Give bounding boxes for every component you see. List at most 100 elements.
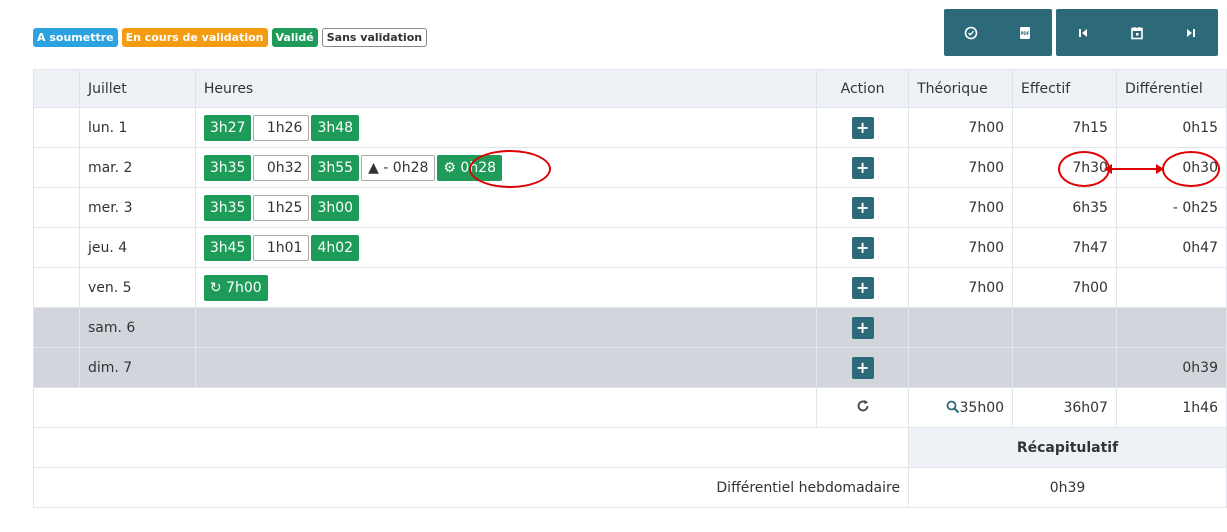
add-entry-button[interactable]: + xyxy=(851,316,874,339)
effectif-value: 7h00 xyxy=(1012,267,1117,308)
theorique-value: 7h00 xyxy=(908,147,1014,188)
timesheet-table: Juillet Heures Action Théorique Effectif… xyxy=(32,69,1227,508)
theorique-value: 7h00 xyxy=(908,107,1014,148)
status-legend: A soumettre En cours de validation Valid… xyxy=(33,28,428,47)
action-cell: + xyxy=(816,227,910,268)
annotation-circle-differentiel xyxy=(1162,151,1220,187)
pause-chip[interactable]: ▲ - 0h28 xyxy=(361,154,436,181)
row-spacer xyxy=(33,147,80,188)
pause-chip[interactable]: 1h26 xyxy=(253,114,310,141)
weekly-label: Différentiel hebdomadaire xyxy=(32,467,910,508)
row-spacer xyxy=(33,107,80,148)
add-entry-button[interactable]: + xyxy=(851,116,874,139)
row-spacer xyxy=(33,347,80,388)
add-entry-button[interactable]: + xyxy=(851,276,874,299)
refresh-icon xyxy=(857,399,868,411)
table-row: ven. 5 ↻ 7h00 +7h00 7h00 xyxy=(33,267,1227,308)
header-action: Action xyxy=(816,69,910,108)
legend-en-cours: En cours de validation xyxy=(121,28,268,47)
weekly-row: Différentiel hebdomadaire 0h39 xyxy=(32,467,1227,508)
pause-chip[interactable]: 1h25 xyxy=(253,194,310,221)
validated-chip[interactable]: 3h48 xyxy=(311,114,360,141)
recap-title: Récapitulatif xyxy=(908,427,1227,468)
header-differentiel: Différentiel xyxy=(1115,69,1227,108)
effectif-value: 6h35 xyxy=(1012,187,1117,228)
totals-row: 35h00 36h07 1h46 xyxy=(32,387,1227,428)
validated-chip[interactable]: 3h27 xyxy=(203,114,252,141)
hours-cell xyxy=(194,347,818,388)
calendar-icon xyxy=(1131,26,1143,39)
theorique-value: 7h00 xyxy=(908,227,1014,268)
action-cell: + xyxy=(816,307,910,348)
day-label: mer. 3 xyxy=(78,187,196,228)
row-spacer xyxy=(33,267,80,308)
table-row: jeu. 4 3h45 1h01 4h02 +7h00 7h47 0h47 xyxy=(33,227,1227,268)
header-effectif: Effectif xyxy=(1012,69,1117,108)
differentiel-value: 0h15 xyxy=(1115,107,1227,148)
effectif-value: 7h47 xyxy=(1012,227,1117,268)
weekly-value: 0h39 xyxy=(908,467,1227,508)
hours-cell: ↻ 7h00 xyxy=(194,267,818,308)
annotation-arrowheads xyxy=(1104,164,1164,174)
differentiel-value: 0h39 xyxy=(1115,347,1227,388)
table-row: dim. 7 +0h39 xyxy=(33,347,1227,388)
clock-icon xyxy=(964,26,978,39)
differentiel-value: - 0h25 xyxy=(1115,187,1227,228)
day-label: dim. 7 xyxy=(78,347,196,388)
validated-chip[interactable]: 3h35 xyxy=(203,194,252,221)
clock-button[interactable] xyxy=(944,9,998,56)
pdf-icon: PDF xyxy=(1020,26,1030,39)
pause-chip[interactable]: 0h32 xyxy=(253,154,310,181)
hours-cell: 3h35 1h25 3h00 xyxy=(194,187,818,228)
add-entry-button[interactable]: + xyxy=(851,156,874,179)
toolbar-left-group: PDF xyxy=(944,9,1052,56)
effectif-value: 7h15 xyxy=(1012,107,1117,148)
theorique-value: 7h00 xyxy=(908,187,1014,228)
theorique-value xyxy=(908,347,1014,388)
table-row: lun. 1 3h27 1h26 3h48 +7h00 7h15 0h15 xyxy=(33,107,1227,148)
differentiel-value xyxy=(1115,307,1227,348)
first-icon xyxy=(1079,28,1087,37)
validated-chip[interactable]: 3h35 xyxy=(203,154,252,181)
action-cell: + xyxy=(816,347,910,388)
add-entry-button[interactable]: + xyxy=(851,356,874,379)
calendar-button[interactable] xyxy=(1110,9,1164,56)
legend-valide: Validé xyxy=(271,28,318,47)
svg-text:PDF: PDF xyxy=(1021,31,1030,36)
add-entry-button[interactable]: + xyxy=(851,196,874,219)
header-heures: Heures xyxy=(194,69,818,108)
pdf-button[interactable]: PDF xyxy=(998,9,1052,56)
row-spacer xyxy=(33,187,80,228)
validated-chip[interactable]: 3h45 xyxy=(203,234,252,261)
legend-sans-validation: Sans validation xyxy=(321,28,428,47)
hours-cell xyxy=(194,307,818,348)
effectif-value xyxy=(1012,307,1117,348)
day-label: lun. 1 xyxy=(78,107,196,148)
validated-chip[interactable]: ↻ 7h00 xyxy=(203,274,268,301)
first-week-button[interactable] xyxy=(1056,9,1110,56)
search-icon[interactable] xyxy=(946,400,960,414)
total-effectif: 36h07 xyxy=(1012,387,1117,428)
validated-chip[interactable]: 4h02 xyxy=(311,234,360,261)
validated-chip[interactable]: 3h00 xyxy=(311,194,360,221)
add-entry-button[interactable]: + xyxy=(851,236,874,259)
day-label: jeu. 4 xyxy=(78,227,196,268)
annotation-circle-chip xyxy=(469,150,551,188)
action-cell: + xyxy=(816,147,910,188)
header-theorique: Théorique xyxy=(908,69,1014,108)
toolbar-nav-group xyxy=(1056,9,1218,56)
table-row: sam. 6 + xyxy=(33,307,1227,348)
total-theorique: 35h00 xyxy=(959,399,1005,416)
table-row: mar. 2 3h35 0h32 3h55 ▲ - 0h28 ⚙ 0h28 +7h00 7h3… xyxy=(33,147,1227,188)
total-differentiel: 1h46 xyxy=(1115,387,1227,428)
refresh-button[interactable] xyxy=(816,387,910,428)
differentiel-value xyxy=(1115,267,1227,308)
hours-cell: 3h45 1h01 4h02 xyxy=(194,227,818,268)
pause-chip[interactable]: 1h01 xyxy=(253,234,310,261)
theorique-value xyxy=(908,307,1014,348)
validated-chip[interactable]: 3h55 xyxy=(311,154,360,181)
action-cell: + xyxy=(816,107,910,148)
next-week-button[interactable] xyxy=(1164,9,1218,56)
theorique-value: 7h00 xyxy=(908,267,1014,308)
action-cell: + xyxy=(816,267,910,308)
